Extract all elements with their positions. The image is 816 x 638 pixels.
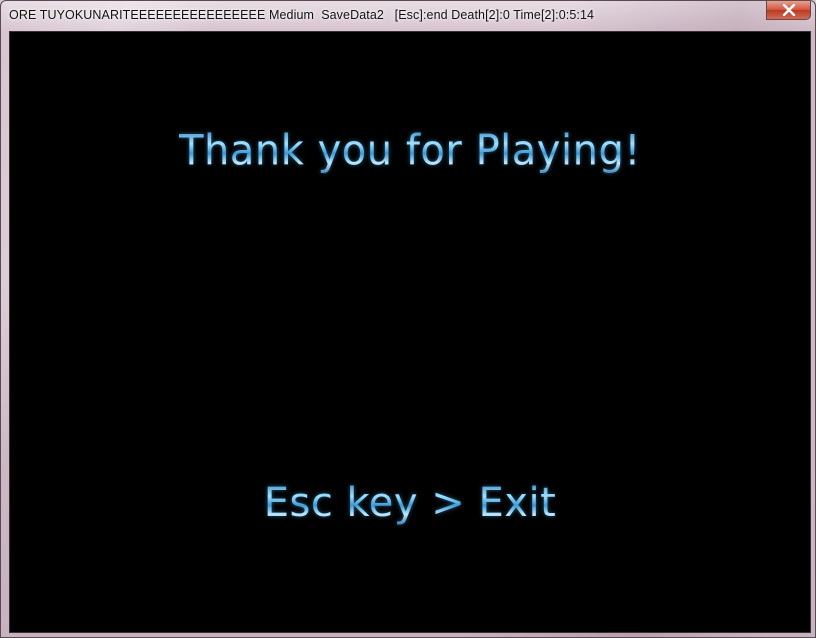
game-window: ORE TUYOKUNARITEEEEEEEEEEEEEEEE Medium S… — [0, 0, 816, 638]
close-button[interactable] — [766, 1, 811, 20]
window-title: ORE TUYOKUNARITEEEEEEEEEEEEEEEE Medium S… — [9, 8, 595, 22]
exit-hint: Esc key > Exit — [10, 480, 810, 526]
game-screen[interactable]: Thank you for Playing! Esc key > Exit — [9, 31, 811, 633]
thank-you-message: Thank you for Playing! — [10, 127, 810, 175]
window-controls — [766, 1, 811, 20]
close-icon — [782, 4, 795, 16]
title-bar[interactable]: ORE TUYOKUNARITEEEEEEEEEEEEEEEE Medium S… — [1, 1, 815, 30]
